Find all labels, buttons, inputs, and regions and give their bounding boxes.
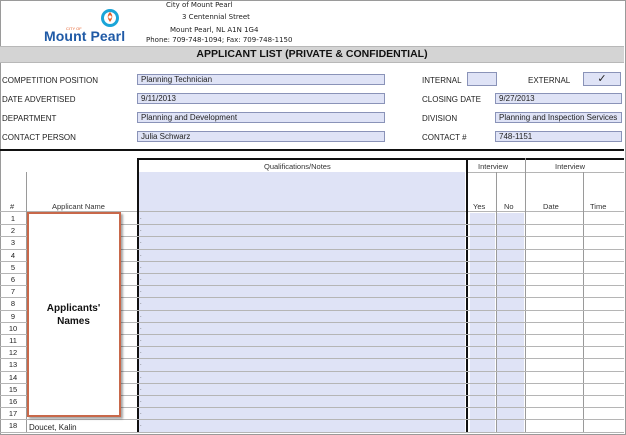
header-top-line (137, 158, 624, 160)
address-line-2: 3 Centennial Street (182, 13, 250, 21)
row-number: 3 (10, 238, 16, 248)
col-divider (137, 158, 139, 433)
table-row-line (0, 419, 624, 421)
col-divider (466, 158, 468, 433)
address-line-3: Mount Pearl, NL A1N 1G4 (170, 26, 259, 34)
yes-header: Yes (473, 202, 486, 211)
qualifications-cell-marker: . (140, 251, 142, 258)
qualifications-cell-marker: . (140, 410, 142, 417)
row-number: 4 (10, 250, 16, 260)
time-header: Time (590, 202, 607, 211)
external-checkbox[interactable]: ✓ (583, 72, 621, 86)
col-divider (525, 158, 526, 433)
row-number: 11 (9, 336, 17, 345)
row-number: 12 (8, 348, 18, 358)
address-line-4: Phone: 709-748-1094; Fax: 709-748-1150 (146, 36, 293, 44)
address-line-1: City of Mount Pearl (166, 1, 233, 9)
division-field[interactable]: Planning and Inspection Services (495, 112, 622, 123)
row-number: 5 (10, 262, 16, 272)
row-number: 17 (8, 409, 18, 419)
internal-checkbox[interactable] (467, 72, 497, 86)
row-number: 1 (10, 214, 16, 223)
qualifications-cell-marker: . (140, 398, 142, 404)
qualifications-cell-marker: . (140, 422, 142, 429)
no-header: No (504, 202, 514, 211)
contact-person-field[interactable]: Julia Schwarz (137, 131, 385, 142)
date-advertised-field[interactable]: 9/11/2013 (137, 93, 385, 104)
row-number: 16 (8, 397, 18, 406)
col-divider (583, 172, 584, 433)
date-advertised-label: DATE ADVERTISED (2, 95, 76, 104)
row-number: 14 (8, 372, 18, 382)
interview-header-date-time: Interview (555, 162, 586, 171)
competition-position-field[interactable]: Planning Technician (137, 74, 385, 85)
internal-label: INTERNAL (422, 76, 462, 85)
external-label: EXTERNAL (528, 76, 571, 85)
logo-name: Mount Pearl (44, 28, 126, 44)
col-divider (496, 172, 497, 433)
contact-number-label: CONTACT # (422, 133, 467, 142)
date-header: Date (543, 202, 559, 211)
city-logo: CITY OF Mount Pearl (44, 6, 132, 44)
qualifications-cell-marker: . (140, 288, 142, 295)
row-number: 9 (10, 311, 16, 321)
row-number: 15 (8, 384, 18, 394)
row-number: 7 (10, 287, 16, 297)
qualifications-cell-marker: . (140, 239, 142, 246)
qualifications-cell-marker: . (140, 312, 142, 319)
page-title: APPLICANT LIST (PRIVATE & CONFIDENTIAL) (0, 46, 624, 63)
qualifications-cell-marker: . (140, 349, 142, 356)
callout-text: Applicants' Names (46, 303, 101, 327)
row-number: 10 (8, 323, 18, 333)
qualifications-cell-marker: . (140, 337, 142, 343)
row-number: 6 (10, 275, 16, 284)
row-number: 8 (10, 299, 16, 309)
qualifications-header: Qualifications/Notes (264, 162, 331, 171)
qualifications-cell-marker: . (140, 324, 142, 331)
num-header: # (10, 202, 15, 211)
interview-header-yes-no: Interview (478, 162, 509, 171)
table-row-line (0, 431, 624, 433)
logo-emblem-icon (101, 9, 119, 27)
applicant-name-header: Applicant Name (52, 202, 105, 211)
qualifications-cell-marker: . (140, 361, 142, 368)
applicant-name-cell[interactable]: Doucet, Kalin (29, 423, 77, 432)
qualifications-cell-marker: . (140, 373, 142, 380)
department-label: DEPARTMENT (2, 114, 57, 123)
qualifications-cell-marker: . (140, 300, 142, 307)
row-number: 13 (8, 360, 18, 370)
qualifications-cell-marker: . (140, 215, 142, 221)
division-label: DIVISION (422, 114, 458, 123)
contact-number-field[interactable]: 748-1151 (495, 131, 622, 142)
interview-subheader-line (467, 172, 624, 173)
row-number: 18 (8, 421, 18, 431)
section-divider (0, 149, 624, 151)
qualifications-cell-marker: . (140, 385, 142, 392)
competition-position-label: COMPETITION POSITION (2, 76, 99, 85)
closing-date-field[interactable]: 9/27/2013 (495, 93, 622, 104)
row-number: 2 (10, 226, 16, 236)
applicants-names-callout: Applicants' Names (27, 212, 121, 417)
qualifications-cell-marker: . (140, 263, 142, 270)
contact-person-label: CONTACT PERSON (2, 133, 76, 142)
qualifications-cell-marker: . (140, 227, 142, 234)
closing-date-label: CLOSING DATE (422, 95, 481, 104)
department-field[interactable]: Planning and Development (137, 112, 385, 123)
qualifications-cell-marker: . (140, 276, 142, 282)
